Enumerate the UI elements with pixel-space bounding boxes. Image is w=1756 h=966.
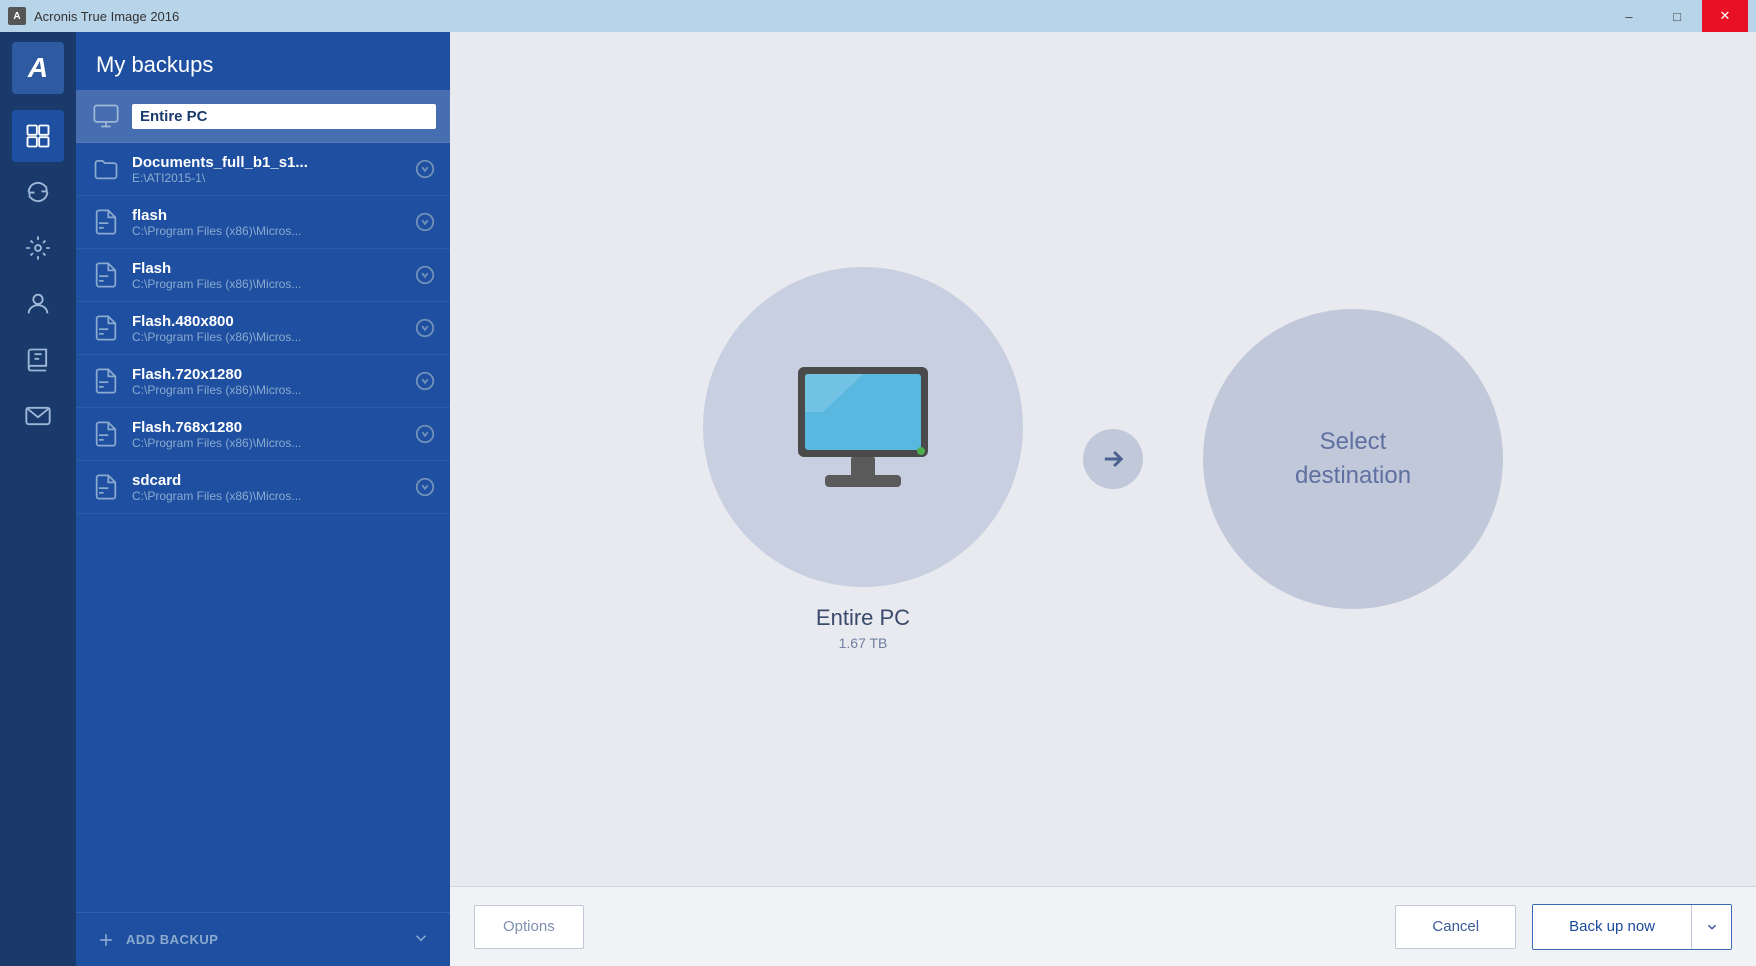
flash720-chevron[interactable] [414, 370, 436, 392]
file-icon-flash480 [90, 312, 122, 344]
source-area: Entire PC 1.67 TB [703, 267, 1023, 651]
sidebar-item-books[interactable] [12, 334, 64, 386]
backup-visual: Entire PC 1.67 TB Selectdestination [450, 32, 1756, 886]
sidebar-item-mail[interactable] [12, 390, 64, 442]
backup-item-flash480[interactable]: Flash.480x800 C:\Program Files (x86)\Mic… [76, 302, 450, 355]
cancel-button[interactable]: Cancel [1395, 905, 1516, 949]
flash2-chevron[interactable] [414, 264, 436, 286]
titlebar-title: Acronis True Image 2016 [34, 9, 179, 24]
logo-letter: A [28, 52, 48, 84]
sidebar-item-backups[interactable] [12, 110, 64, 162]
backup-path-flash480: C:\Program Files (x86)\Micros... [132, 330, 414, 344]
maximize-button[interactable]: □ [1654, 0, 1700, 32]
file-icon-sdcard [90, 471, 122, 503]
main-content: Entire PC 1.67 TB Selectdestination Opti… [450, 32, 1756, 966]
backup-path-flash720: C:\Program Files (x86)\Micros... [132, 383, 414, 397]
computer-illustration [783, 357, 943, 497]
icon-sidebar: A [0, 32, 76, 966]
flash480-chevron[interactable] [414, 317, 436, 339]
backup-now-dropdown-button[interactable] [1691, 905, 1731, 949]
documents-chevron[interactable] [414, 158, 436, 180]
backup-path-flash1: C:\Program Files (x86)\Micros... [132, 224, 414, 238]
file-icon-flash720 [90, 365, 122, 397]
source-label: Entire PC [816, 605, 910, 631]
account-icon [24, 290, 52, 318]
backup-path-flash768: C:\Program Files (x86)\Micros... [132, 436, 414, 450]
backup-item-info-entire-pc [132, 104, 436, 129]
sidebar-item-tools[interactable] [12, 222, 64, 274]
backup-name-documents: Documents_full_b1_s1... [132, 154, 414, 171]
backup-item-documents[interactable]: Documents_full_b1_s1... E:\ATI2015-1\ [76, 143, 450, 196]
backup-item-info-flash480: Flash.480x800 C:\Program Files (x86)\Mic… [132, 313, 414, 344]
flash768-chevron[interactable] [414, 423, 436, 445]
backup-name-input[interactable] [132, 104, 436, 129]
tools-icon [24, 234, 52, 262]
bottom-bar: Options Cancel Back up now [450, 886, 1756, 966]
backup-item-sdcard[interactable]: sdcard C:\Program Files (x86)\Micros... [76, 461, 450, 514]
file-icon-flash2 [90, 259, 122, 291]
backup-item-flash1[interactable]: flash C:\Program Files (x86)\Micros... [76, 196, 450, 249]
mail-icon [24, 402, 52, 430]
titlebar-controls: – □ ✕ [1606, 0, 1748, 32]
arrow-right-icon [1099, 445, 1127, 473]
file-icon-flash1 [90, 206, 122, 238]
add-backup-chevron-icon [412, 929, 430, 950]
backup-item-info-sdcard: sdcard C:\Program Files (x86)\Micros... [132, 472, 414, 503]
destination-label: Selectdestination [1295, 425, 1411, 492]
file-icon-flash768 [90, 418, 122, 450]
backup-item-info-flash2: Flash C:\Program Files (x86)\Micros... [132, 260, 414, 291]
backup-item-info-flash720: Flash.720x1280 C:\Program Files (x86)\Mi… [132, 366, 414, 397]
backup-item-flash720[interactable]: Flash.720x1280 C:\Program Files (x86)\Mi… [76, 355, 450, 408]
backup-list: Documents_full_b1_s1... E:\ATI2015-1\ [76, 90, 450, 912]
backup-item-info-flash1: flash C:\Program Files (x86)\Micros... [132, 207, 414, 238]
panel-header: My backups [76, 32, 450, 90]
left-panel: My backups [76, 32, 450, 966]
sidebar-item-account[interactable] [12, 278, 64, 330]
backup-item-info-documents: Documents_full_b1_s1... E:\ATI2015-1\ [132, 154, 414, 185]
backup-item-info-flash768: Flash.768x1280 C:\Program Files (x86)\Mi… [132, 419, 414, 450]
backup-name-flash2: Flash [132, 260, 414, 277]
options-button[interactable]: Options [474, 905, 584, 949]
backup-name-flash768: Flash.768x1280 [132, 419, 414, 436]
flash1-chevron[interactable] [414, 211, 436, 233]
close-button[interactable]: ✕ [1702, 0, 1748, 32]
logo-button[interactable]: A [12, 42, 64, 94]
backup-name-flash480: Flash.480x800 [132, 313, 414, 330]
backup-now-button[interactable]: Back up now [1533, 905, 1691, 949]
books-icon [24, 346, 52, 374]
arrow-circle [1083, 429, 1143, 489]
source-size: 1.67 TB [839, 635, 888, 651]
sync-icon [24, 178, 52, 206]
backup-path-sdcard: C:\Program Files (x86)\Micros... [132, 489, 414, 503]
source-circle[interactable] [703, 267, 1023, 587]
backup-now-group: Back up now [1532, 904, 1732, 950]
backup-path-documents: E:\ATI2015-1\ [132, 171, 414, 185]
backup-item-flash768[interactable]: Flash.768x1280 C:\Program Files (x86)\Mi… [76, 408, 450, 461]
add-backup-label: ADD BACKUP [126, 932, 218, 947]
titlebar-left: A Acronis True Image 2016 [8, 7, 179, 25]
backup-path-flash2: C:\Program Files (x86)\Micros... [132, 277, 414, 291]
titlebar: A Acronis True Image 2016 – □ ✕ [0, 0, 1756, 32]
add-backup-button[interactable]: ADD BACKUP [76, 912, 450, 966]
backup-name-flash1: flash [132, 207, 414, 224]
app-icon: A [8, 7, 26, 25]
folder-icon [90, 153, 122, 185]
backup-name-sdcard: sdcard [132, 472, 414, 489]
backup-item-entire-pc[interactable] [76, 90, 450, 143]
pc-icon [90, 100, 122, 132]
minimize-button[interactable]: – [1606, 0, 1652, 32]
backups-icon [24, 122, 52, 150]
backup-item-flash2[interactable]: Flash C:\Program Files (x86)\Micros... [76, 249, 450, 302]
plus-icon [96, 930, 116, 950]
chevron-down-icon [1705, 920, 1719, 934]
backup-name-flash720: Flash.720x1280 [132, 366, 414, 383]
app-body: A [0, 32, 1756, 966]
destination-circle[interactable]: Selectdestination [1203, 309, 1503, 609]
sidebar-item-sync[interactable] [12, 166, 64, 218]
sdcard-chevron[interactable] [414, 476, 436, 498]
